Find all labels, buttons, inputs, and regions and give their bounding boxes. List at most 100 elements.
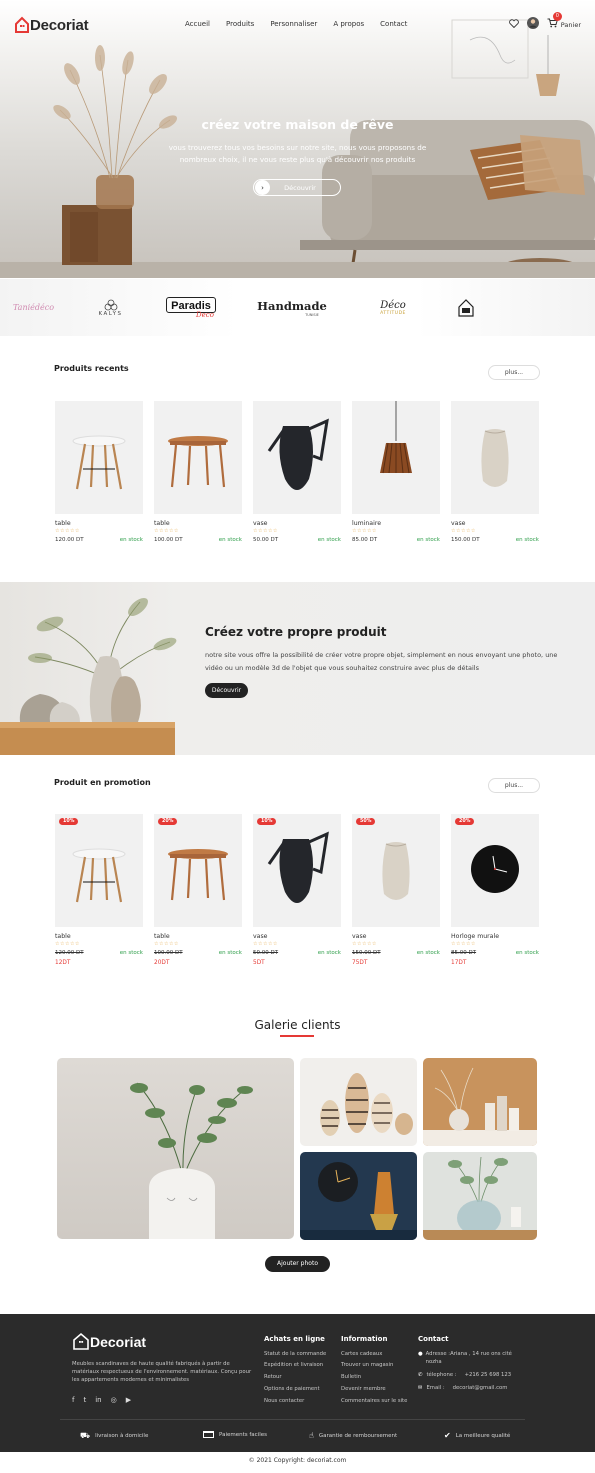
stock-status: en stock	[218, 950, 242, 956]
avatar[interactable]	[526, 17, 539, 29]
product-price: 85.00 DT	[352, 537, 378, 543]
feature-home-delivery: ⛟ livraison à domicile	[80, 1431, 149, 1440]
custom-discover-button[interactable]: Découvrir	[205, 683, 248, 698]
facebook-icon[interactable]: f	[72, 1396, 74, 1404]
product-image[interactable]	[451, 401, 539, 514]
gallery-image-glass-vase[interactable]	[423, 1152, 537, 1240]
product-image[interactable]: 20%	[154, 814, 242, 927]
discount-badge: 20%	[455, 818, 475, 825]
product-card[interactable]: vase ☆☆☆☆☆ 150.00 DT en stock	[451, 401, 539, 543]
youtube-icon[interactable]: ▶	[126, 1396, 131, 1404]
product-card[interactable]: luminaire ☆☆☆☆☆ 85.00 DT en stock	[352, 401, 440, 543]
product-image[interactable]: 50%	[352, 814, 440, 927]
old-price: 50.00 DT	[253, 950, 279, 956]
hero-discover-button[interactable]: › Découvrir	[253, 179, 341, 196]
gallery-title-underline	[280, 1035, 314, 1037]
nav-contact[interactable]: Contact	[380, 20, 407, 28]
product-name[interactable]: vase	[352, 933, 440, 940]
footer-link[interactable]: Trouver un magasin	[341, 1362, 393, 1368]
heart-icon[interactable]	[508, 18, 519, 28]
instagram-icon[interactable]: ◎	[111, 1396, 117, 1404]
nav-personnaliser[interactable]: Personnaliser	[270, 20, 317, 28]
rating-stars: ☆☆☆☆☆	[451, 941, 476, 947]
stock-status: en stock	[119, 950, 143, 956]
gallery-image-plant-face-vase[interactable]	[57, 1058, 294, 1239]
gallery-image-striped-vases[interactable]	[300, 1058, 417, 1146]
product-card[interactable]: 50% vase ☆☆☆☆☆ 150.00 DT en stock 75DT	[352, 814, 440, 966]
product-card[interactable]: 10% vase ☆☆☆☆☆ 50.00 DT en stock 5DT	[253, 814, 341, 966]
product-image[interactable]	[55, 401, 143, 514]
footer-link[interactable]: Cartes cadeaux	[341, 1351, 382, 1357]
copyright: © 2021 Copyright: decoriat.com	[248, 1457, 347, 1464]
hero-title: créez votre maison de rêve	[201, 117, 394, 132]
house-logo-icon	[73, 1332, 89, 1350]
hand-coin-icon: ☝	[309, 1431, 314, 1440]
brand-handmade-logo: Handmade TUNISIE	[257, 298, 327, 317]
promo-price: 5DT	[253, 960, 265, 966]
promo-more-button[interactable]: plus...	[488, 778, 540, 793]
footer-link[interactable]: Statut de la commande	[264, 1351, 326, 1357]
footer-link[interactable]: Commentaires sur le site	[341, 1398, 407, 1404]
custom-product-banner: Créez votre propre produit notre site vo…	[0, 582, 595, 755]
old-price: 100.00 DT	[154, 950, 183, 956]
discount-badge: 10%	[59, 818, 79, 825]
gallery-plant-vase-art	[130, 1082, 253, 1239]
product-illustration	[267, 831, 329, 903]
product-name[interactable]: vase	[253, 520, 341, 527]
product-image[interactable]: 10%	[253, 814, 341, 927]
promo-price: 12DT	[55, 960, 71, 966]
site-logo[interactable]: Decoriat	[14, 14, 89, 36]
stock-status: en stock	[317, 537, 341, 543]
product-name[interactable]: Horloge murale	[451, 933, 539, 940]
discount-badge: 20%	[158, 818, 178, 825]
product-card[interactable]: 20% Horloge murale ☆☆☆☆☆ 85.00 DT en stock 17…	[451, 814, 539, 966]
gallery-image-clock-lamp[interactable]	[300, 1152, 417, 1240]
product-name[interactable]: luminaire	[352, 520, 440, 527]
nav-produits[interactable]: Produits	[226, 20, 254, 28]
gallery-image-shelf-decor[interactable]	[423, 1058, 537, 1146]
twitter-icon[interactable]: t	[83, 1396, 86, 1404]
product-name[interactable]: vase	[253, 933, 341, 940]
rating-stars: ☆☆☆☆☆	[55, 941, 80, 947]
gallery-title: Galerie clients	[254, 1018, 341, 1032]
nav-a-propos[interactable]: A propos	[333, 20, 364, 28]
product-name[interactable]: table	[55, 933, 143, 940]
product-name[interactable]: table	[154, 933, 242, 940]
custom-title: Créez votre propre produit	[205, 625, 387, 639]
product-card[interactable]: table ☆☆☆☆☆ 120.00 DT en stock	[55, 401, 143, 543]
location-pin-icon: ●	[418, 1351, 423, 1357]
nav-accueil[interactable]: Accueil	[185, 20, 210, 28]
main-nav: Accueil Produits Personnaliser A propos …	[185, 20, 407, 28]
old-price: 120.00 DT	[55, 950, 84, 956]
product-image[interactable]	[253, 401, 341, 514]
check-icon: ✔	[444, 1431, 451, 1440]
footer-link[interactable]: Nous contacter	[264, 1398, 304, 1404]
recent-more-button[interactable]: plus...	[488, 365, 540, 380]
product-card[interactable]: 10% table ☆☆☆☆☆ 120.00 DT en stock 12DT	[55, 814, 143, 966]
product-image[interactable]: 20%	[451, 814, 539, 927]
footer-logo[interactable]: Decoriat	[72, 1332, 146, 1351]
product-card[interactable]: table ☆☆☆☆☆ 100.00 DT en stock	[154, 401, 242, 543]
footer-link[interactable]: Devenir membre	[341, 1386, 386, 1392]
footer-link[interactable]: Options de paiement	[264, 1386, 320, 1392]
old-price: 150.00 DT	[352, 950, 381, 956]
rating-stars: ☆☆☆☆☆	[154, 528, 179, 534]
product-card[interactable]: 20% table ☆☆☆☆☆ 100.00 DT en stock 20DT	[154, 814, 242, 966]
credit-card-icon	[203, 1431, 214, 1438]
stock-status: en stock	[119, 537, 143, 543]
gallery-striped-vases-art	[320, 1073, 413, 1136]
product-image[interactable]: 10%	[55, 814, 143, 927]
product-name[interactable]: table	[154, 520, 242, 527]
footer-link[interactable]: Retour	[264, 1374, 282, 1380]
footer-link[interactable]: Bulletin	[341, 1374, 361, 1380]
cart-button[interactable]: 0 Panier	[547, 12, 581, 29]
add-photo-button[interactable]: Ajouter photo	[265, 1256, 330, 1272]
product-image[interactable]	[154, 401, 242, 514]
footer-link[interactable]: Expédition et livraison	[264, 1362, 323, 1368]
product-image[interactable]	[352, 401, 440, 514]
product-name[interactable]: vase	[451, 520, 539, 527]
linkedin-icon[interactable]: in	[95, 1396, 101, 1404]
product-card[interactable]: vase ☆☆☆☆☆ 50.00 DT en stock	[253, 401, 341, 543]
product-name[interactable]: table	[55, 520, 143, 527]
custom-text: notre site vous offre la possibilité de …	[205, 651, 558, 672]
